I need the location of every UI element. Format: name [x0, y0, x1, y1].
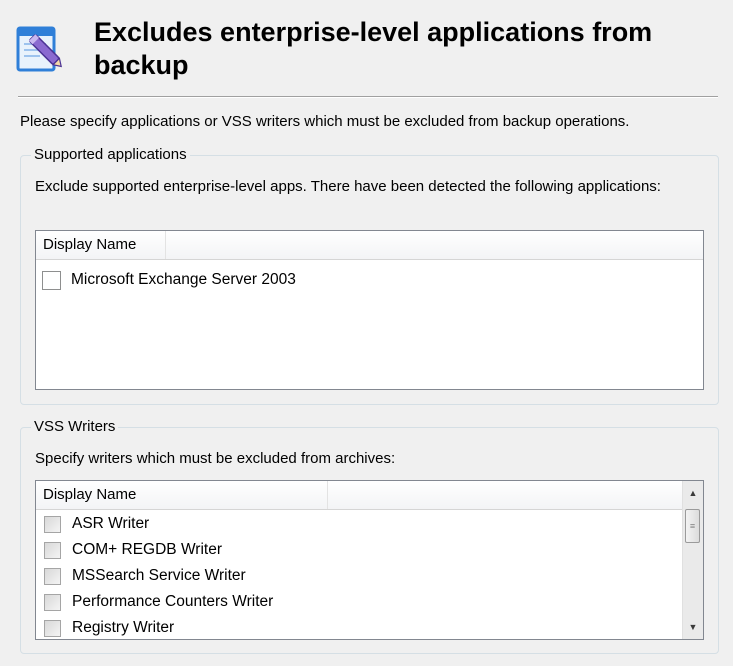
header-divider — [18, 96, 718, 98]
com-regdb-writer-checkbox[interactable] — [44, 541, 61, 559]
list-item-label: ASR Writer — [72, 515, 150, 532]
supported-applications-legend: Supported applications — [31, 145, 190, 165]
list-item[interactable]: Registry Writer — [42, 615, 175, 639]
column-header-display-name[interactable]: Display Name — [36, 481, 328, 509]
list-item[interactable]: Microsoft Exchange Server 2003 — [42, 267, 296, 293]
scroll-down-arrow-icon[interactable]: ▼ — [683, 617, 703, 637]
column-header-display-name[interactable]: Display Name — [36, 231, 166, 259]
list-item[interactable]: Performance Counters Writer — [42, 589, 273, 615]
vertical-scrollbar[interactable]: ▲ ≡ ▼ — [682, 481, 703, 639]
list-item-label: MSSearch Service Writer — [72, 567, 246, 584]
vss-writers-list[interactable]: Display Name ASR Writer COM+ REGDB Write… — [35, 480, 704, 640]
scroll-thumb[interactable]: ≡ — [685, 509, 700, 543]
scroll-grip-icon: ≡ — [689, 521, 696, 531]
edit-document-icon — [16, 22, 64, 74]
wizard-header: Excludes enterprise-level applications f… — [0, 0, 733, 98]
list-item-label: Performance Counters Writer — [72, 593, 274, 610]
list-header: Display Name — [36, 231, 703, 260]
list-item[interactable]: MSSearch Service Writer — [42, 563, 246, 589]
instruction-text: Please specify applications or VSS write… — [20, 113, 630, 130]
list-item-label: Registry Writer — [72, 619, 175, 636]
mssearch-service-writer-checkbox[interactable] — [44, 567, 61, 585]
exchange-server-checkbox[interactable] — [42, 270, 61, 290]
vss-writers-group: VSS Writers Specify writers which must b… — [20, 417, 719, 654]
vss-writers-legend: VSS Writers — [31, 417, 119, 437]
list-item[interactable]: COM+ REGDB Writer — [42, 537, 222, 563]
performance-counters-writer-checkbox[interactable] — [44, 593, 61, 611]
page-title: Excludes enterprise-level applications f… — [94, 17, 653, 80]
list-item-label: Microsoft Exchange Server 2003 — [71, 271, 296, 288]
list-header: Display Name — [36, 481, 684, 510]
supported-applications-description: Exclude supported enterprise-level apps.… — [35, 178, 661, 195]
list-item-label: COM+ REGDB Writer — [72, 541, 222, 558]
supported-applications-group: Supported applications Exclude supported… — [20, 145, 719, 405]
asr-writer-checkbox[interactable] — [44, 515, 61, 533]
list-item[interactable]: ASR Writer — [42, 511, 149, 537]
registry-writer-checkbox[interactable] — [44, 619, 61, 637]
vss-writers-description: Specify writers which must be excluded f… — [35, 450, 396, 467]
scroll-up-arrow-icon[interactable]: ▲ — [683, 483, 703, 503]
supported-applications-list[interactable]: Display Name Microsoft Exchange Server 2… — [35, 230, 704, 390]
